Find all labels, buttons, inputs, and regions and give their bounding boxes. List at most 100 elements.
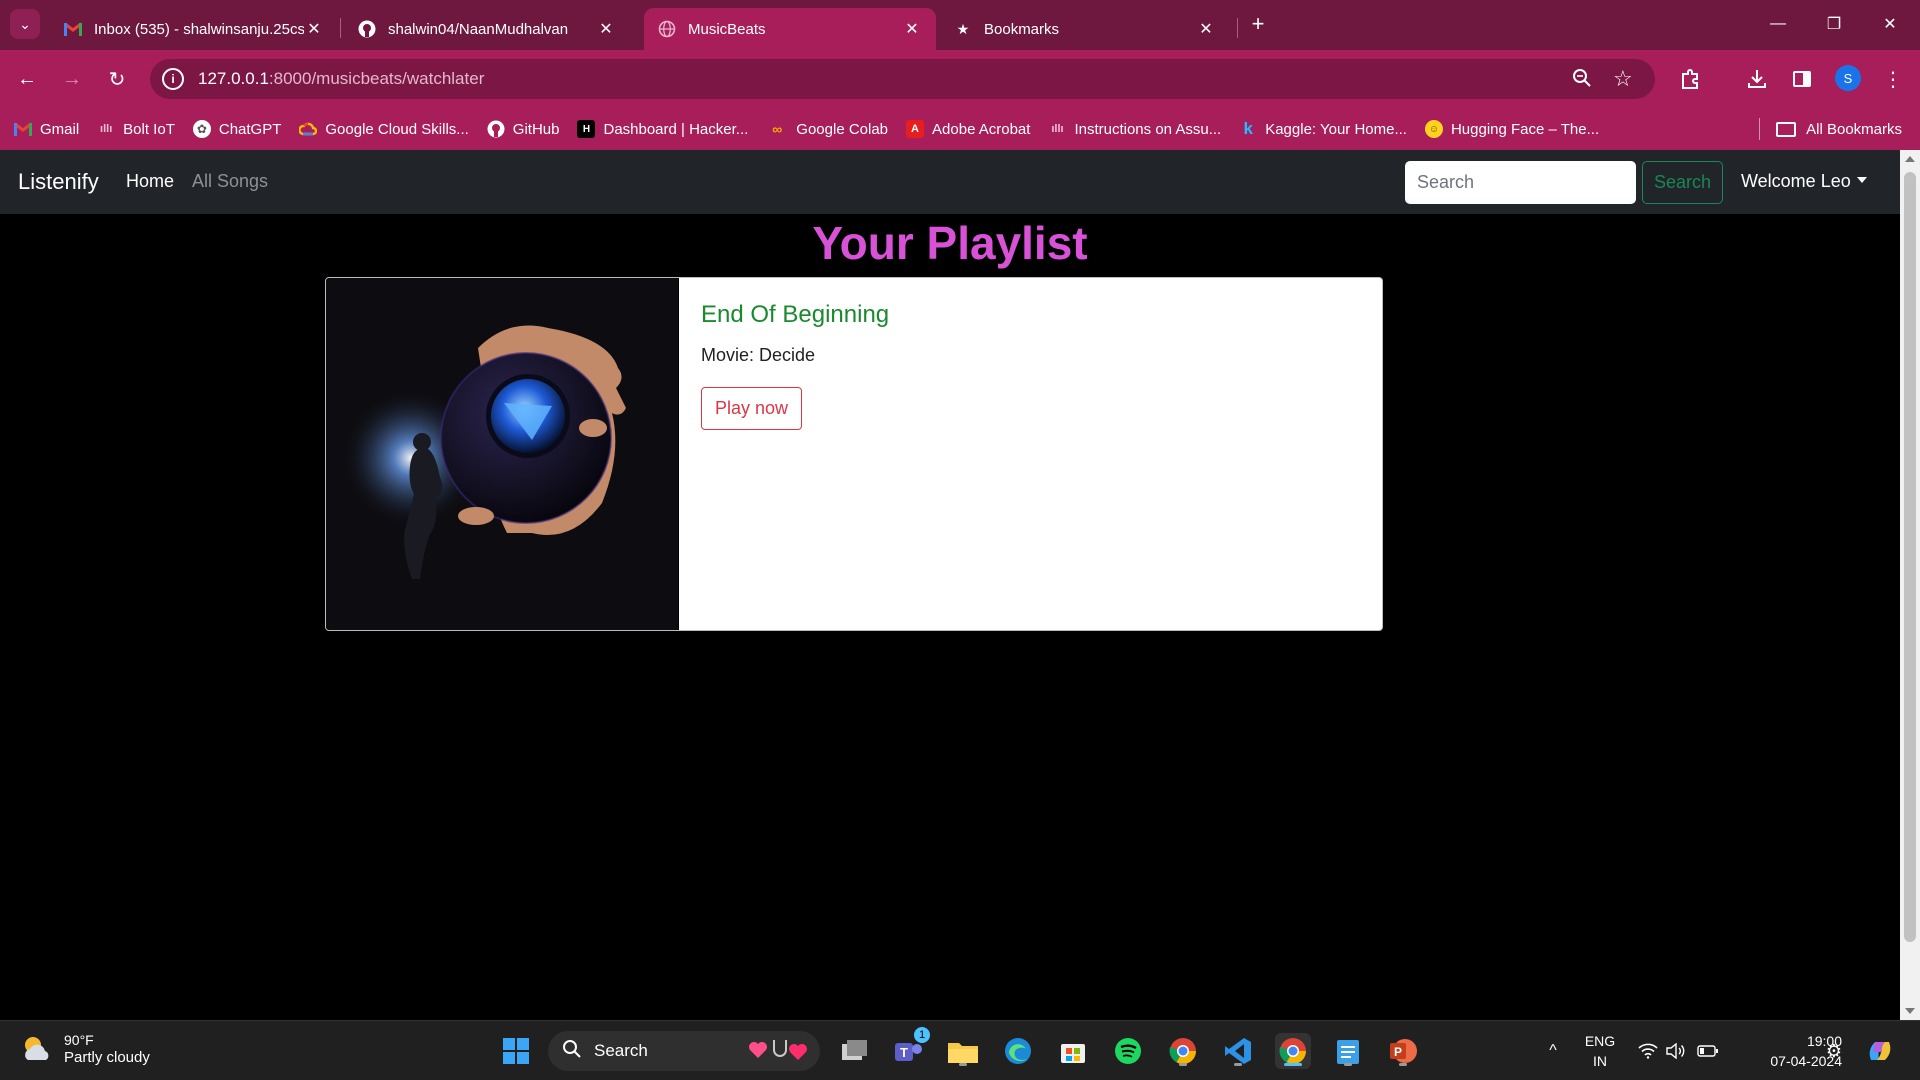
bookmark-label: Gmail bbox=[40, 120, 80, 138]
album-cover-image bbox=[326, 278, 679, 630]
bookmark-label: Hugging Face – The... bbox=[1450, 120, 1600, 138]
bookmark-google-cloud[interactable]: Google Cloud Skills... bbox=[299, 120, 469, 138]
spotify-icon[interactable] bbox=[1110, 1033, 1146, 1069]
weather-widget[interactable]: 90°F Partly cloudy bbox=[20, 1031, 150, 1067]
all-bookmarks-button[interactable]: All Bookmarks bbox=[1759, 108, 1902, 150]
bookmark-gmail[interactable]: Gmail bbox=[14, 120, 79, 138]
running-indicator bbox=[1399, 1063, 1407, 1066]
page-title: Your Playlist bbox=[812, 217, 1088, 269]
vscode-icon[interactable] bbox=[1220, 1033, 1256, 1069]
close-window-icon[interactable]: ✕ bbox=[1870, 8, 1910, 40]
song-title[interactable]: End Of Beginning bbox=[701, 301, 889, 329]
download-icon[interactable] bbox=[1742, 64, 1772, 94]
page-scrollbar[interactable] bbox=[1900, 150, 1920, 1020]
running-indicator bbox=[959, 1063, 967, 1066]
tray-overflow-icon[interactable]: ^ bbox=[1535, 1033, 1571, 1069]
bookmark-chatgpt[interactable]: ✿ ChatGPT bbox=[192, 120, 282, 138]
bookmark-label: ChatGPT bbox=[218, 120, 282, 138]
tab-close-icon[interactable]: ✕ bbox=[596, 19, 616, 39]
tab-strip: ⌄ Inbox (535) - shalwinsanju.25cs ✕ shal… bbox=[0, 0, 1920, 50]
bookmark-instructions[interactable]: ıllı Instructions on Assu... bbox=[1048, 120, 1221, 138]
minimize-icon[interactable]: — bbox=[1758, 8, 1798, 40]
extensions-icon[interactable] bbox=[1676, 64, 1706, 94]
site-brand[interactable]: Listenify bbox=[18, 169, 99, 195]
user-menu-dropdown[interactable]: Welcome Leo bbox=[1741, 171, 1867, 192]
tab-close-icon[interactable]: ✕ bbox=[1196, 19, 1216, 39]
bookmark-colab[interactable]: ∞ Google Colab bbox=[766, 120, 888, 138]
bookmark-kaggle[interactable]: k Kaggle: Your Home... bbox=[1239, 119, 1407, 138]
reload-icon[interactable]: ↻ bbox=[102, 64, 132, 94]
language-indicator[interactable]: ENG IN bbox=[1582, 1031, 1618, 1071]
scrollbar-thumb[interactable] bbox=[1904, 172, 1916, 942]
bookmark-acrobat[interactable]: A Adobe Acrobat bbox=[906, 120, 1030, 138]
bookmark-hackerrank[interactable]: H Dashboard | Hacker... bbox=[577, 120, 748, 138]
url-text[interactable]: 127.0.0.1:8000/musicbeats/watchlater bbox=[198, 69, 484, 89]
tab-title: MusicBeats bbox=[688, 20, 766, 38]
windows-start-icon[interactable] bbox=[498, 1033, 534, 1069]
search-button[interactable]: Search bbox=[1642, 161, 1723, 204]
copilot-icon[interactable] bbox=[1862, 1033, 1898, 1069]
profile-avatar[interactable]: S bbox=[1835, 65, 1861, 91]
forward-icon[interactable]: → bbox=[57, 64, 87, 94]
star-icon: ★ bbox=[956, 20, 970, 37]
search-input[interactable] bbox=[1405, 161, 1636, 204]
tab-gmail[interactable]: Inbox (535) - shalwinsanju.25cs ✕ bbox=[50, 8, 338, 50]
play-now-button[interactable]: Play now bbox=[701, 387, 802, 430]
folder-icon bbox=[1776, 121, 1797, 137]
chrome-active-icon[interactable] bbox=[1275, 1033, 1311, 1069]
weather-condition: Partly cloudy bbox=[64, 1049, 150, 1066]
page-viewport: Listenify Home All Songs Search Welcome … bbox=[0, 150, 1900, 1020]
bolt-icon: ıllı bbox=[100, 123, 113, 135]
tab-search-button[interactable]: ⌄ bbox=[10, 9, 40, 39]
file-explorer-icon[interactable] bbox=[945, 1033, 981, 1069]
menu-kebab-icon[interactable]: ⋮ bbox=[1878, 64, 1908, 94]
task-view-icon[interactable] bbox=[836, 1033, 872, 1069]
back-icon[interactable]: ← bbox=[12, 64, 42, 94]
side-panel-icon[interactable] bbox=[1787, 64, 1817, 94]
address-bar[interactable]: i 127.0.0.1:8000/musicbeats/watchlater ☆ bbox=[150, 59, 1655, 99]
tab-close-icon[interactable]: ✕ bbox=[902, 19, 922, 39]
cloud-icon bbox=[299, 120, 318, 138]
bookmark-star-icon[interactable]: ☆ bbox=[1613, 66, 1633, 92]
tab-github[interactable]: shalwin04/NaanMudhalvan ✕ bbox=[344, 8, 630, 50]
tab-separator bbox=[1237, 18, 1238, 38]
site-info-icon[interactable]: i bbox=[162, 68, 184, 90]
bookmark-label: Adobe Acrobat bbox=[932, 120, 1031, 138]
all-bookmarks-label: All Bookmarks bbox=[1806, 120, 1902, 138]
edge-icon[interactable] bbox=[1000, 1033, 1036, 1069]
notepad-icon[interactable] bbox=[1330, 1033, 1366, 1069]
notification-badge: 1 bbox=[914, 1027, 930, 1043]
battery-icon[interactable] bbox=[1690, 1033, 1726, 1069]
song-movie: Movie: Decide bbox=[701, 345, 816, 365]
teams-icon[interactable]: T 1 bbox=[890, 1027, 930, 1069]
new-tab-icon[interactable]: + bbox=[1244, 10, 1272, 38]
zoom-icon[interactable] bbox=[1572, 68, 1592, 93]
volume-icon[interactable] bbox=[1658, 1033, 1694, 1069]
caret-down-icon bbox=[1856, 177, 1867, 183]
settings-gear-icon[interactable]: ⚙ bbox=[1816, 1033, 1852, 1069]
tab-close-icon[interactable]: ✕ bbox=[304, 19, 324, 39]
nav-home[interactable]: Home bbox=[126, 171, 174, 192]
url-host: 127.0.0.1 bbox=[198, 69, 269, 88]
browser-toolbar: ← → ↻ i 127.0.0.1:8000/musicbeats/watchl… bbox=[0, 50, 1920, 108]
restore-icon[interactable]: ❐ bbox=[1814, 8, 1854, 40]
scroll-up-icon[interactable] bbox=[1905, 156, 1915, 162]
url-path: :8000/musicbeats/watchlater bbox=[268, 69, 485, 88]
site-navbar: Listenify Home All Songs Search Welcome … bbox=[0, 150, 1900, 214]
bookmark-label: Google Colab bbox=[796, 120, 889, 138]
nav-all-songs[interactable]: All Songs bbox=[192, 171, 268, 192]
scroll-down-icon[interactable] bbox=[1905, 1008, 1915, 1014]
bookmark-bolt-iot[interactable]: ıllı Bolt IoT bbox=[97, 120, 175, 138]
acrobat-icon: A bbox=[906, 120, 925, 138]
tab-musicbeats[interactable]: MusicBeats ✕ bbox=[644, 8, 936, 50]
microsoft-store-icon[interactable] bbox=[1055, 1033, 1091, 1069]
audio-icon: ıllı bbox=[1051, 123, 1064, 135]
bookmark-label: Bolt IoT bbox=[123, 120, 175, 138]
powerpoint-icon[interactable]: P bbox=[1385, 1033, 1421, 1069]
taskbar-search[interactable]: Search bbox=[548, 1031, 820, 1071]
bookmark-github[interactable]: GitHub bbox=[487, 120, 559, 138]
chrome-icon[interactable] bbox=[1165, 1033, 1201, 1069]
kaggle-icon: k bbox=[1243, 119, 1253, 138]
tab-bookmarks[interactable]: ★ Bookmarks ✕ bbox=[940, 8, 1230, 50]
bookmark-hugging-face[interactable]: ☺ Hugging Face – The... bbox=[1424, 120, 1600, 138]
